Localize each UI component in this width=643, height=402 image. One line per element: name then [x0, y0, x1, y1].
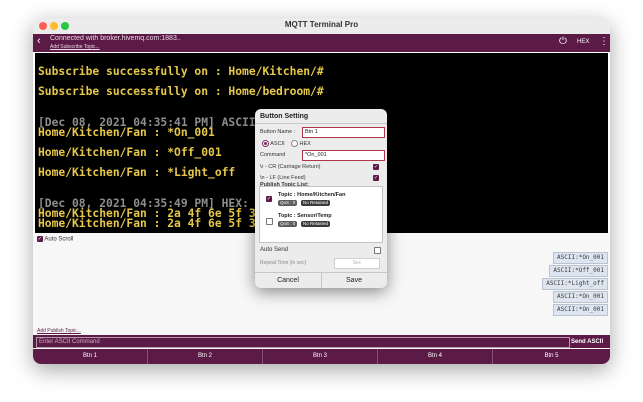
app-toolbar: ‹ Connected with broker.hivemq.com:1883.… — [33, 34, 610, 52]
topic-checkbox[interactable]: ✓ — [266, 196, 272, 202]
cr-checkbox[interactable]: ✓ — [373, 164, 379, 170]
auto-send-checkbox[interactable] — [374, 247, 381, 254]
topic-checkbox[interactable] — [266, 218, 273, 225]
connection-status: Connected with broker.hivemq.com:1883.. — [50, 35, 181, 42]
cancel-button[interactable]: Cancel — [255, 273, 322, 288]
dialog-title: Button Setting — [260, 113, 309, 120]
btn-1[interactable]: Btn 1 — [33, 349, 148, 364]
more-options-icon[interactable]: ⋮ — [599, 36, 609, 47]
save-button[interactable]: Save — [321, 273, 387, 288]
retained-badge: No Retained — [301, 200, 331, 206]
topic-name: Topic : Home/Kitchen/Fan — [278, 192, 346, 198]
console-line: Home/Kitchen/Fan : *On_001 — [38, 126, 215, 139]
button-name-label: Button Name : — [260, 129, 296, 135]
send-ascii-button[interactable]: Send ASCII — [571, 337, 603, 347]
ascii-radio[interactable]: ASCII — [262, 140, 285, 147]
retained-badge: No Retained — [301, 221, 331, 227]
auto-send-label: Auto Send — [260, 247, 289, 253]
console-line: Subscribe successfully on : Home/bedroom… — [38, 85, 324, 98]
ascii-command-input[interactable]: Enter ASCII Command — [36, 337, 570, 348]
hex-radio-label: HEX — [299, 140, 311, 147]
btn-4[interactable]: Btn 4 — [378, 349, 493, 364]
radio-unselected-icon — [291, 140, 298, 147]
command-label: Command — [260, 152, 286, 158]
window-titlebar: MQTT Terminal Pro — [33, 18, 610, 35]
hex-radio[interactable]: HEX — [291, 140, 311, 147]
auto-scroll-label: Auto Scroll — [44, 236, 74, 243]
back-chevron-icon[interactable]: ‹ — [37, 35, 41, 47]
divider — [255, 123, 387, 124]
console-line: Subscribe successfully on : Home/Kitchen… — [38, 65, 324, 78]
command-input[interactable]: *On_001 — [302, 150, 385, 161]
button-setting-dialog: Button Setting Button Name : Btn 1 ASCII… — [255, 109, 387, 288]
qos-badge: QoS : 0 — [278, 221, 298, 227]
dialog-footer: Cancel Save — [255, 273, 387, 288]
console-line: Home/Kitchen/Fan : *Off_001 — [38, 146, 222, 159]
qos-badge: QoS : 0 — [278, 200, 298, 206]
quick-send-button[interactable]: ASCII:*Light_off — [542, 278, 608, 290]
lf-checkbox[interactable]: ✓ — [373, 175, 379, 181]
quick-send-button[interactable]: ASCII:*On_001 — [553, 291, 608, 303]
console-line: Home/Kitchen/Fan : 2a 4f 6e 5f 30 30 — [38, 217, 283, 230]
console-line: Home/Kitchen/Fan : *Light_off — [38, 166, 236, 179]
button-name-input[interactable]: Btn 1 — [302, 127, 385, 138]
repeat-time-label: Repeat Time (in sec) — [260, 260, 307, 266]
cr-label: \r - CR (Carriage Return) — [260, 164, 321, 170]
checkmark-icon: ✓ — [37, 236, 43, 242]
btn-2[interactable]: Btn 2 — [148, 349, 263, 364]
ascii-radio-label: ASCII — [270, 140, 285, 147]
publish-topic-list: ✓ Topic : Home/Kitchen/Fan QoS : 0 No Re… — [259, 186, 383, 243]
add-subscribe-topic-link[interactable]: Add Subscribe Topic... — [50, 44, 100, 50]
quick-send-button[interactable]: ASCII:*Off_001 — [549, 265, 608, 277]
btn-3[interactable]: Btn 3 — [263, 349, 378, 364]
repeat-time-input[interactable]: Sec — [334, 258, 380, 269]
command-bar: Enter ASCII Command Send ASCII — [33, 335, 610, 348]
power-icon[interactable]: ⏻ — [559, 36, 567, 47]
add-publish-topic-link[interactable]: Add Publish Topic... — [37, 328, 81, 334]
btn-5[interactable]: Btn 5 — [493, 349, 610, 364]
button-row: Btn 1 Btn 2 Btn 3 Btn 4 Btn 5 — [33, 349, 610, 364]
lf-label: \n - LF (Line Feed) — [260, 175, 306, 181]
quick-send-button[interactable]: ASCII:*On_001 — [553, 304, 608, 316]
auto-scroll-checkbox[interactable]: ✓ Auto Scroll — [37, 236, 73, 243]
window-title: MQTT Terminal Pro — [284, 20, 359, 29]
topic-name: Topic : Sensor/Temp — [278, 213, 332, 219]
app-window: MQTT Terminal Pro ‹ Connected with broke… — [33, 18, 610, 364]
quick-send-button[interactable]: ASCII:*On_001 — [553, 252, 608, 264]
radio-selected-icon — [262, 140, 269, 147]
hex-toggle[interactable]: HEX — [577, 39, 589, 45]
